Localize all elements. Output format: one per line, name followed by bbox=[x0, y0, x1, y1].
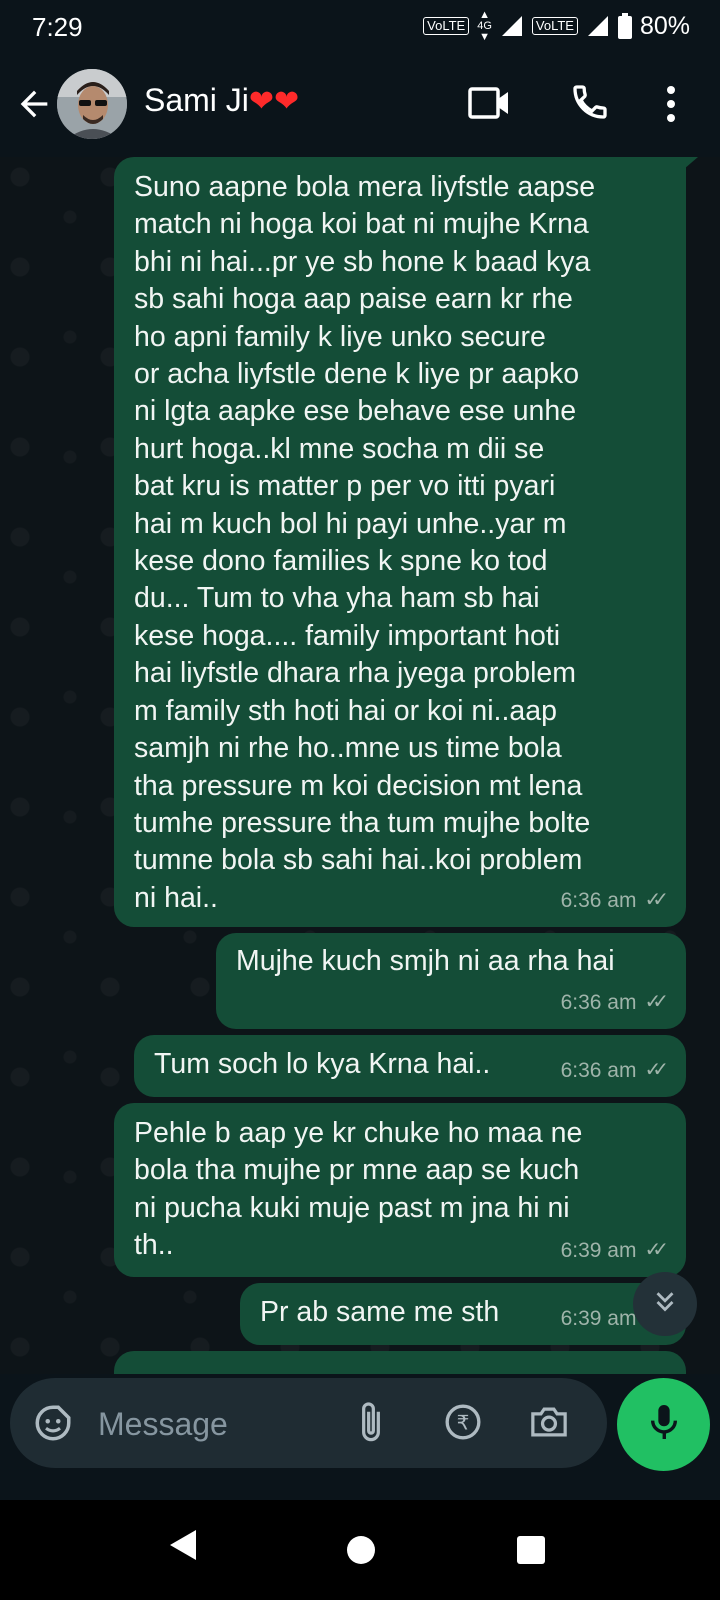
status-icons: VoLTE ▲ 4G ▼ VoLTE 80% bbox=[423, 8, 690, 43]
message-time: 6:39 am bbox=[560, 1306, 637, 1330]
double-check-icon: ✓✓ bbox=[644, 1238, 668, 1261]
composer: ₹ bbox=[0, 1374, 720, 1500]
nav-home-icon[interactable] bbox=[347, 1536, 375, 1564]
status-time: 7:29 bbox=[32, 12, 83, 42]
message-meta: 6:36 am ✓✓ bbox=[560, 1052, 669, 1089]
message-text: Suno aapne bola mera liyfstle aapse matc… bbox=[134, 171, 596, 914]
avatar[interactable] bbox=[57, 69, 127, 139]
camera-icon[interactable] bbox=[528, 1402, 570, 1447]
rupee-icon[interactable]: ₹ bbox=[443, 1402, 483, 1447]
data-activity-icon: ▲ 4G ▼ bbox=[477, 8, 492, 43]
message-meta: 6:36 am ✓✓ bbox=[560, 882, 669, 919]
heart-emoji: ❤❤ bbox=[248, 85, 300, 118]
battery-icon bbox=[617, 13, 632, 39]
more-vertical-icon[interactable] bbox=[665, 85, 677, 128]
double-check-icon: ✓✓ bbox=[644, 1058, 668, 1081]
scroll-to-bottom-button[interactable] bbox=[633, 1272, 697, 1336]
signal-icon-2 bbox=[586, 14, 610, 38]
phone-icon[interactable] bbox=[570, 82, 610, 127]
outgoing-message-partial[interactable] bbox=[114, 1351, 686, 1374]
arrow-left-icon[interactable] bbox=[14, 84, 54, 129]
message-input[interactable] bbox=[96, 1400, 270, 1448]
chat-header: Sami Ji❤❤ bbox=[0, 52, 720, 157]
volte-badge: VoLTE bbox=[423, 17, 470, 35]
message-time: 6:39 am bbox=[560, 1238, 637, 1262]
bubble-tail bbox=[684, 157, 698, 169]
chat-messages[interactable]: Suno aapne bola mera liyfstle aapse matc… bbox=[0, 157, 720, 1374]
signal-icon bbox=[500, 14, 524, 38]
volte-badge-2: VoLTE bbox=[531, 17, 578, 35]
double-chevron-down-icon bbox=[650, 1287, 680, 1322]
mic-button[interactable] bbox=[617, 1378, 710, 1471]
outgoing-message[interactable]: Mujhe kuch smjh ni aa rha hai 6:36 am ✓✓ bbox=[216, 933, 686, 1029]
message-box[interactable]: ₹ bbox=[10, 1378, 607, 1468]
contact-name-text: Sami Ji bbox=[144, 82, 249, 118]
contact-name[interactable]: Sami Ji❤❤ bbox=[144, 82, 299, 119]
outgoing-message[interactable]: Pehle b aap ye kr chuke ho maa ne bola t… bbox=[114, 1103, 686, 1277]
network-type-label: 4G bbox=[477, 19, 492, 32]
outgoing-message[interactable]: Pr ab same me sth 6:39 am ✓✓ bbox=[240, 1283, 686, 1345]
system-nav-bar bbox=[0, 1500, 720, 1600]
double-check-icon: ✓✓ bbox=[644, 990, 668, 1013]
message-time: 6:36 am bbox=[560, 1058, 637, 1082]
message-time: 6:36 am bbox=[560, 990, 637, 1014]
outgoing-message[interactable]: Tum soch lo kya Krna hai.. 6:36 am ✓✓ bbox=[134, 1035, 686, 1097]
message-meta: 6:36 am ✓✓ bbox=[560, 984, 669, 1021]
message-meta: 6:39 am ✓✓ bbox=[560, 1232, 669, 1269]
battery-percent: 80% bbox=[639, 11, 690, 40]
paperclip-icon[interactable] bbox=[356, 1400, 386, 1449]
nav-recents-icon[interactable] bbox=[517, 1536, 545, 1564]
nav-back-icon[interactable] bbox=[168, 1528, 198, 1567]
status-bar: 7:29 VoLTE ▲ 4G ▼ VoLTE 80% bbox=[0, 0, 720, 52]
microphone-icon bbox=[647, 1402, 681, 1447]
svg-text:₹: ₹ bbox=[457, 1413, 470, 1435]
message-time: 6:36 am bbox=[560, 888, 637, 912]
sticker-icon[interactable] bbox=[32, 1402, 74, 1449]
outgoing-message[interactable]: Suno aapne bola mera liyfstle aapse matc… bbox=[114, 157, 686, 927]
message-text: Mujhe kuch smjh ni aa rha hai bbox=[236, 945, 615, 977]
double-check-icon: ✓✓ bbox=[644, 888, 668, 911]
video-camera-icon[interactable] bbox=[468, 85, 510, 126]
